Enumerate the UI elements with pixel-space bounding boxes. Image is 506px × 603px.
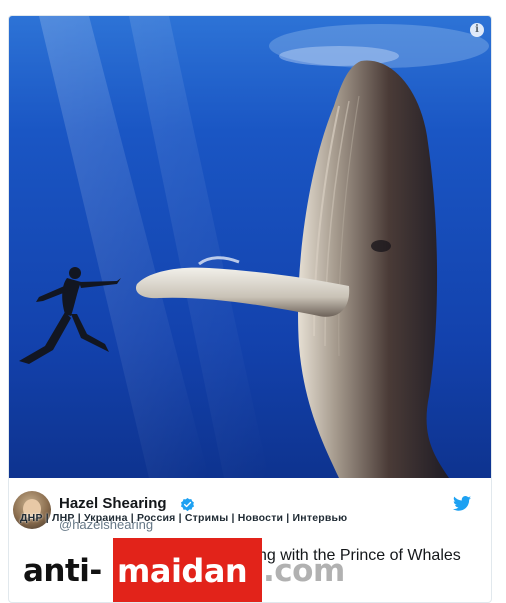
watermark-anti: anti- [23, 553, 102, 589]
info-icon[interactable]: i [470, 23, 484, 37]
site-nav-overlay: ДНР | ЛНР | Украина | Россия | Стримы | … [20, 512, 348, 524]
twitter-bird-icon[interactable] [453, 496, 471, 511]
verified-badge-icon [181, 497, 195, 512]
watermark-com: .com [263, 553, 345, 589]
watermark-maidan: maidan [117, 552, 248, 590]
tweet-photo[interactable] [9, 16, 491, 478]
display-name[interactable]: Hazel Shearing [59, 495, 167, 512]
